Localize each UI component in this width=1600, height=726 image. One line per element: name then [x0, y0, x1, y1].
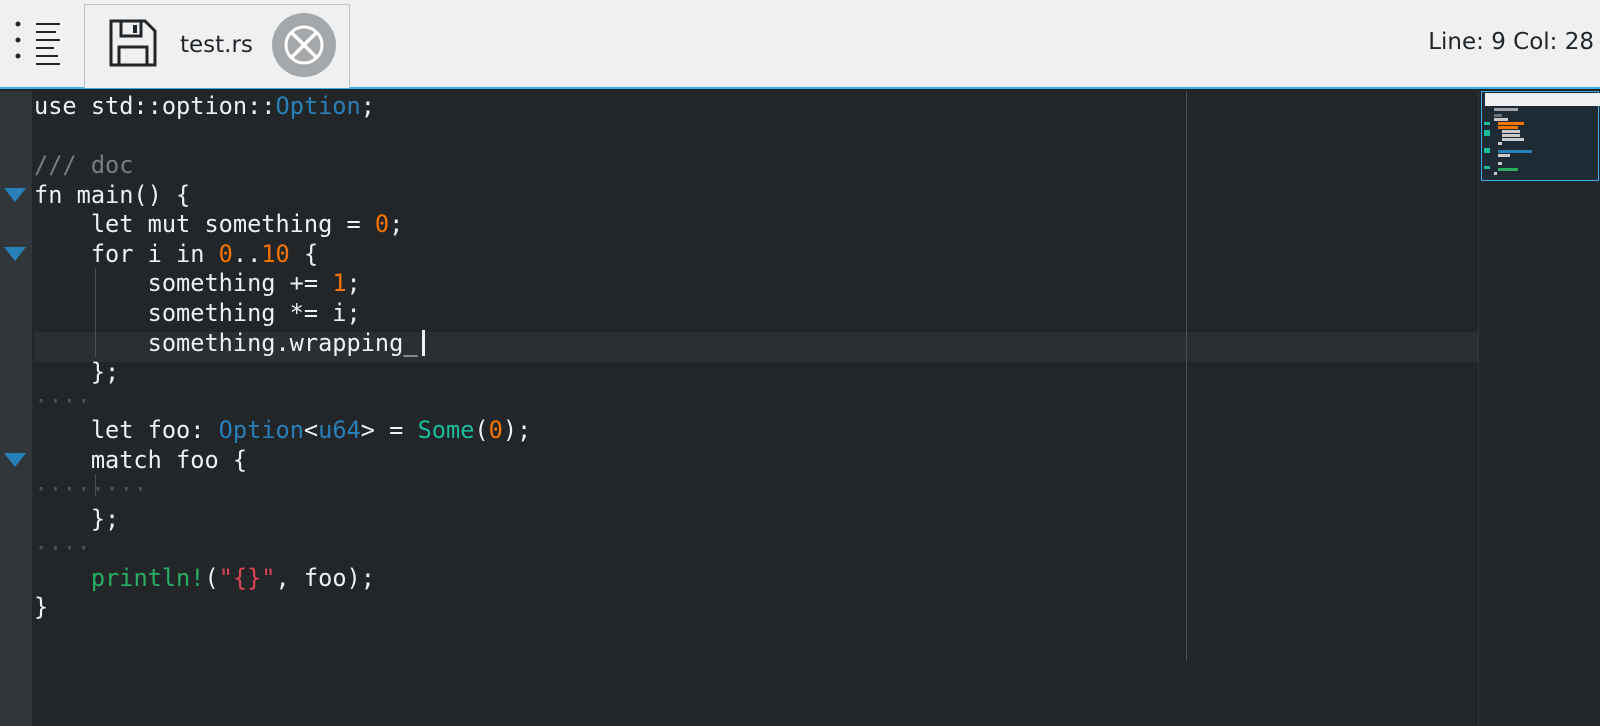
code-editor[interactable]: use std::option::Option; /// doc fn main… — [32, 91, 1478, 726]
minimap-line — [1494, 114, 1502, 117]
minimap-line — [1502, 130, 1520, 133]
minimap-viewport[interactable] — [1481, 91, 1600, 181]
minimap-line — [1498, 142, 1502, 145]
minimap[interactable] — [1478, 91, 1600, 726]
code-line-3: /// doc — [34, 151, 134, 179]
close-icon[interactable] — [272, 13, 336, 77]
code-line-6: for i in 0..10 { — [34, 240, 319, 268]
minimap-line — [1498, 154, 1510, 157]
fold-marker-icon[interactable] — [4, 453, 26, 467]
code-line-9: something.wrapping_ — [34, 329, 418, 357]
code-line-17: println!("{}", foo); — [90, 564, 375, 592]
minimap-marker — [1484, 130, 1490, 136]
code-line-1: use std::option::Option; — [34, 92, 375, 120]
minimap-line — [1498, 162, 1502, 165]
code-line-4: fn main() { — [34, 181, 191, 209]
floppy-disk-icon — [107, 17, 159, 69]
code-line-5: let mut something = 0; — [34, 210, 404, 238]
toolbar: test.rs Line: 9 Col: 28 — [0, 0, 1600, 89]
code-line-8: something *= i; — [34, 299, 361, 327]
minimap-line — [1494, 108, 1518, 111]
minimap-header — [1485, 93, 1600, 106]
minimap-line — [1498, 126, 1518, 129]
minimap-line — [1494, 172, 1497, 175]
minimap-marker — [1484, 166, 1490, 169]
code-line-15: }; — [34, 505, 120, 533]
minimap-line — [1498, 150, 1532, 153]
fold-marker-icon[interactable] — [4, 247, 26, 261]
minimap-line — [1502, 138, 1524, 141]
code-line-16: ···· — [34, 534, 91, 562]
fold-gutter[interactable] — [0, 91, 32, 726]
code-line-11: ···· — [34, 387, 91, 415]
code-line-18: } — [34, 593, 49, 621]
code-line-10: }; — [34, 358, 120, 386]
cursor-position-status[interactable]: Line: 9 Col: 28 — [1428, 29, 1594, 55]
code-line-12: let foo: Option<u64> = Some(0); — [34, 416, 532, 444]
fold-marker-icon[interactable] — [4, 188, 26, 202]
tab-test-rs[interactable]: test.rs — [84, 4, 350, 88]
code-line-7: something += 1; — [34, 269, 361, 297]
tab-filename: test.rs — [180, 32, 253, 58]
minimap-line — [1498, 168, 1518, 171]
minimap-line — [1498, 122, 1524, 125]
text-cursor — [422, 330, 425, 356]
code-line-13: match foo { — [34, 446, 248, 474]
minimap-line — [1494, 118, 1508, 121]
hamburger-menu-icon[interactable] — [12, 18, 64, 68]
code-line-14: ········ — [34, 475, 148, 503]
minimap-marker — [1484, 148, 1490, 153]
word-wrap-marker — [1186, 91, 1187, 661]
minimap-marker — [1484, 122, 1490, 125]
minimap-line — [1502, 134, 1520, 137]
